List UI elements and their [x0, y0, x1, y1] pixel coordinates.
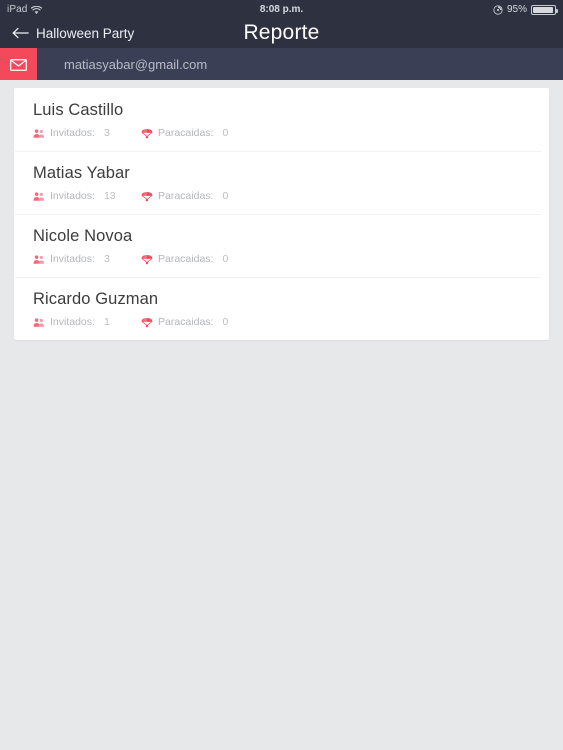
table-row[interactable]: Matias Yabar Invitados: 13 Paracaidas: 0 [14, 151, 549, 214]
parachute-icon [141, 128, 153, 139]
stat-guests-value: 1 [103, 316, 110, 328]
row-person-name: Matias Yabar [33, 164, 130, 182]
stat-guests: Invitados: 3 [33, 127, 141, 139]
stat-guests-label: Invitados: [50, 127, 95, 139]
stat-guests: Invitados: 13 [33, 190, 141, 202]
stat-crashers-value: 0 [222, 190, 229, 202]
stat-guests-label: Invitados: [50, 190, 95, 202]
status-bar-left: iPad [7, 3, 43, 15]
battery-fill [533, 7, 553, 13]
battery-percent-label: 95% [506, 3, 527, 15]
parachute-icon [141, 254, 153, 265]
stat-crashers-value: 0 [222, 316, 229, 328]
table-row[interactable]: Ricardo Guzman Invitados: 1 Paracaidas: … [14, 277, 549, 340]
stat-guests-value: 3 [103, 127, 110, 139]
stat-crashers: Paracaidas: 0 [141, 316, 228, 328]
battery-icon [531, 5, 558, 15]
status-bar-right: 95% [493, 3, 558, 15]
status-bar: iPad 8:08 p.m. 95% [0, 0, 563, 18]
stat-crashers-value: 0 [222, 127, 229, 139]
arrow-left-icon [12, 27, 29, 39]
stat-guests: Invitados: 1 [33, 316, 141, 328]
send-email-button[interactable] [0, 48, 37, 80]
people-group-icon [33, 317, 45, 328]
status-bar-clock: 8:08 p.m. [259, 3, 304, 15]
stat-crashers: Paracaidas: 0 [141, 253, 228, 265]
people-group-icon [33, 191, 45, 202]
stat-guests-label: Invitados: [50, 316, 95, 328]
stat-guests-value: 3 [103, 253, 110, 265]
row-stats: Invitados: 13 Paracaidas: 0 [33, 190, 549, 202]
stat-guests-label: Invitados: [50, 253, 95, 265]
row-person-name: Luis Castillo [33, 101, 124, 119]
back-button-label: Halloween Party [36, 25, 135, 41]
stat-crashers: Paracaidas: 0 [141, 127, 228, 139]
rotation-lock-icon [493, 5, 503, 15]
parachute-icon [141, 317, 153, 328]
stat-crashers-label: Paracaidas: [158, 127, 214, 139]
email-address-field[interactable]: matiasyabar@gmail.com [37, 48, 207, 80]
parachute-icon [141, 191, 153, 202]
stat-guests-value: 13 [103, 190, 116, 202]
back-button[interactable]: Halloween Party [12, 26, 134, 41]
row-person-name: Ricardo Guzman [33, 290, 159, 308]
stat-crashers: Paracaidas: 0 [141, 190, 228, 202]
wifi-icon [31, 5, 43, 15]
people-group-icon [33, 128, 45, 139]
row-stats: Invitados: 3 Paracaidas: 0 [33, 127, 549, 139]
row-person-name: Nicole Novoa [33, 227, 133, 245]
envelope-icon [10, 58, 27, 71]
table-row[interactable]: Nicole Novoa Invitados: 3 Paracaidas: 0 [14, 214, 549, 277]
stat-guests: Invitados: 3 [33, 253, 141, 265]
email-bar: matiasyabar@gmail.com [0, 48, 563, 80]
report-list-card: Luis Castillo Invitados: 3 Paracaidas: 0… [14, 88, 549, 340]
table-row[interactable]: Luis Castillo Invitados: 3 Paracaidas: 0 [14, 88, 549, 151]
stat-crashers-value: 0 [222, 253, 229, 265]
carrier-label: iPad [7, 3, 28, 15]
content-area: Luis Castillo Invitados: 3 Paracaidas: 0… [0, 80, 563, 340]
row-stats: Invitados: 1 Paracaidas: 0 [33, 316, 549, 328]
row-stats: Invitados: 3 Paracaidas: 0 [33, 253, 549, 265]
stat-crashers-label: Paracaidas: [158, 316, 214, 328]
stat-crashers-label: Paracaidas: [158, 190, 214, 202]
people-group-icon [33, 254, 45, 265]
navigation-bar: Halloween Party Reporte [0, 18, 563, 48]
stat-crashers-label: Paracaidas: [158, 253, 214, 265]
